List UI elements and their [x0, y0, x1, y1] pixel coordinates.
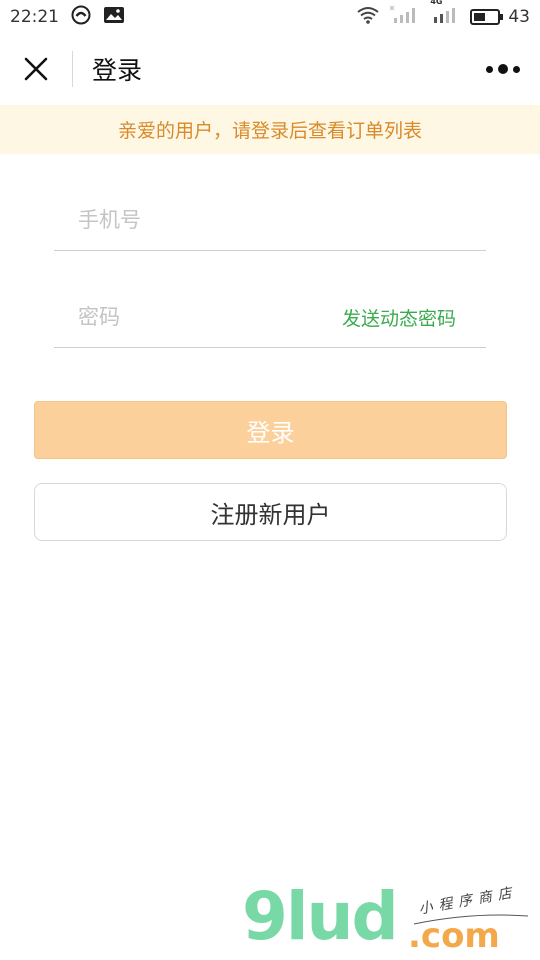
status-time: 22:21: [10, 7, 59, 27]
close-button[interactable]: [0, 34, 72, 104]
page-title: 登录: [92, 56, 143, 85]
nav-divider: [72, 51, 73, 87]
notice-banner: 亲爱的用户，请登录后查看订单列表: [0, 105, 540, 154]
wifi-icon: [356, 5, 380, 30]
battery-indicator: 43: [470, 7, 530, 27]
battery-icon: [470, 9, 504, 25]
status-bar: 22:21 4G 43: [0, 0, 540, 34]
network-type-label: 4G: [430, 0, 443, 6]
nav-bar: 登录: [0, 34, 540, 104]
close-icon: [24, 57, 48, 81]
phone-field-row: [54, 190, 486, 251]
phone-input[interactable]: [76, 207, 310, 233]
more-options-button[interactable]: [486, 56, 520, 82]
login-button[interactable]: 登录: [34, 401, 507, 459]
watermark-brand: 9lud: [242, 878, 399, 955]
more-dots-icon: [486, 64, 520, 74]
register-button[interactable]: 注册新用户: [34, 483, 507, 541]
send-code-link[interactable]: 发送动态密码: [342, 304, 456, 331]
image-notification-icon: [103, 5, 125, 30]
watermark-logo: 9lud .com 小程序商店: [240, 880, 540, 960]
watermark-swoosh: [412, 910, 530, 930]
battery-level: 43: [508, 7, 530, 27]
signal-2-icon: 4G: [430, 0, 460, 30]
password-field-row: 发送动态密码: [54, 287, 486, 348]
notice-text: 亲爱的用户，请登录后查看订单列表: [117, 120, 422, 142]
password-input[interactable]: [76, 304, 310, 330]
signal-1-icon: [389, 5, 420, 30]
app-notification-icon: [71, 5, 91, 30]
